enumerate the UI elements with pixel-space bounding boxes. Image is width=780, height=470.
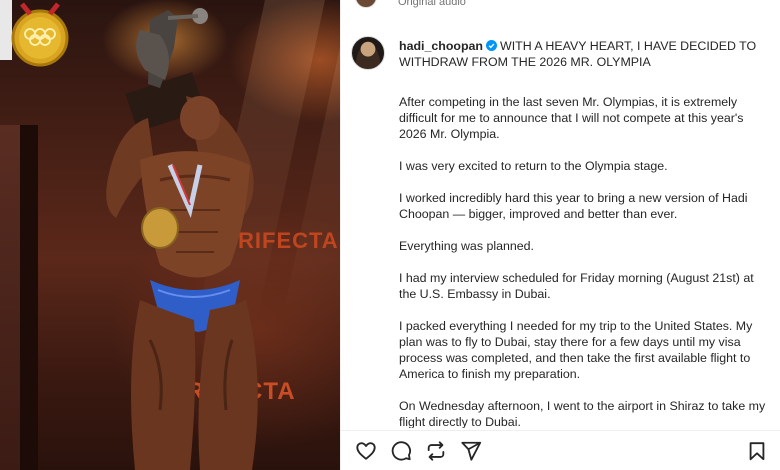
- repost-icon[interactable]: [425, 440, 447, 462]
- caption-paragraph: I worked incredibly hard this year to br…: [399, 191, 748, 221]
- heart-icon[interactable]: [355, 440, 377, 462]
- post-sidebar: Original audio hadi_choopan WITH A HEAVY …: [340, 0, 780, 470]
- bookmark-icon[interactable]: [746, 440, 768, 462]
- caption-paragraph: On Wednesday afternoon, I went to the ai…: [399, 399, 766, 428]
- post-photo[interactable]: RIFECTA &RIFECTA: [0, 0, 340, 470]
- previous-comment-strip: Original audio: [341, 0, 780, 14]
- caption-paragraph: I was very excited to return to the Olym…: [399, 159, 668, 173]
- avatar[interactable]: [351, 36, 385, 70]
- post-action-bar: [341, 430, 780, 470]
- caption-scroll-area[interactable]: hadi_choopan WITH A HEAVY HEART, I HAVE D…: [341, 28, 780, 428]
- comment-icon[interactable]: [390, 440, 412, 462]
- caption-paragraph: After competing in the last seven Mr. Ol…: [399, 95, 744, 141]
- gold-medal-olympic-rings-icon: [0, 0, 69, 67]
- caption-paragraph: I had my interview scheduled for Friday …: [399, 271, 754, 301]
- caption-headline-line: hadi_choopan WITH A HEAVY HEART, I HAVE D…: [399, 38, 771, 70]
- username-link[interactable]: hadi_choopan: [399, 39, 483, 53]
- post-caption: hadi_choopan WITH A HEAVY HEART, I HAVE D…: [399, 38, 771, 428]
- audio-label[interactable]: Original audio: [398, 0, 466, 8]
- share-icon[interactable]: [460, 440, 482, 462]
- caption-paragraph: Everything was planned.: [399, 239, 535, 253]
- caption-paragraph: I packed everything I needed for my trip…: [399, 319, 753, 381]
- avatar[interactable]: [355, 0, 377, 8]
- verified-badge-icon: [486, 40, 497, 51]
